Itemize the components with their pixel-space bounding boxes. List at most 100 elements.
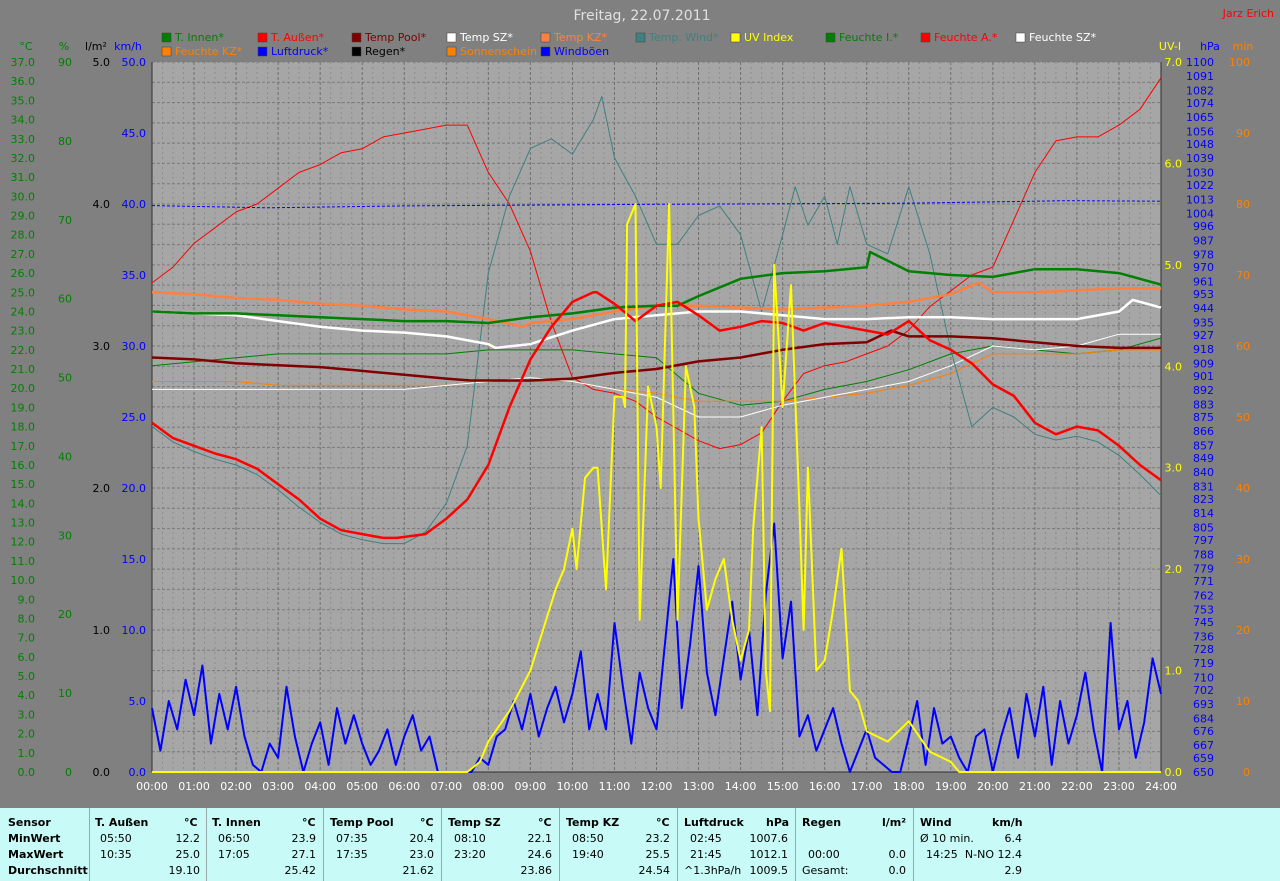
stats-t-innen-max-time: 17:05 — [218, 848, 250, 861]
legend-swatch — [825, 32, 836, 43]
x-tick-label: 13:00 — [683, 780, 715, 793]
axis-tick-label-celsius: 14.0 — [11, 497, 36, 510]
axis-tick-label-pressure: 909 — [1193, 357, 1214, 370]
axis-tick-label-pressure: 883 — [1193, 398, 1214, 411]
axis-tick-label-pressure: 1022 — [1186, 179, 1214, 192]
axis-tick-label-percent: 10 — [58, 687, 72, 700]
x-tick-label: 03:00 — [262, 780, 294, 793]
axis-tick-label-pressure: 996 — [1193, 220, 1214, 233]
stats-separator — [323, 808, 324, 881]
stats-regen-total-label: Gesamt: — [802, 864, 849, 877]
stats-regen-name: Regen — [802, 816, 842, 829]
stats-t-aussen-avg: 19.10 — [168, 864, 201, 877]
axis-tick-label-pressure: 823 — [1193, 493, 1214, 506]
axis-tick-label-celsius: 9.0 — [18, 593, 36, 606]
axis-tick-label-celsius: 7.0 — [18, 632, 36, 645]
axis-tick-label-pressure: 762 — [1193, 589, 1214, 602]
axis-tick-label-wind: 50.0 — [122, 56, 147, 69]
x-tick-label: 08:00 — [472, 780, 504, 793]
axis-tick-label-pressure: 1056 — [1186, 125, 1214, 138]
axis-tick-label-pressure: 771 — [1193, 575, 1214, 588]
legend-label: UV Index — [744, 31, 794, 44]
stats-luftdruck-name: Luftdruck — [684, 816, 744, 829]
stats-separator — [913, 808, 914, 881]
x-tick-label: 10:00 — [557, 780, 589, 793]
x-tick-label: 05:00 — [346, 780, 378, 793]
axis-tick-label-pressure: 901 — [1193, 370, 1214, 383]
axis-tick-label-percent: 30 — [58, 529, 72, 542]
stats-wind-avg: 2.9 — [1004, 864, 1023, 877]
stats-temp-pool-min-time: 07:35 — [336, 832, 368, 845]
axis-unit-rain: l/m² — [85, 40, 107, 53]
axis-tick-label-pressure: 684 — [1193, 712, 1214, 725]
axis-tick-label-celsius: 11.0 — [11, 555, 36, 568]
axis-tick-label-celsius: 24.0 — [11, 305, 36, 318]
axis-tick-label-celsius: 26.0 — [11, 267, 36, 280]
x-tick-label: 04:00 — [304, 780, 336, 793]
axis-unit-pressure: hPa — [1200, 40, 1220, 53]
axis-tick-label-pressure: 1030 — [1186, 166, 1214, 179]
legend-label: T. Innen* — [174, 31, 224, 44]
axis-tick-label-percent: 70 — [58, 214, 72, 227]
axis-tick-label-pressure: 857 — [1193, 439, 1214, 452]
axis-tick-label-percent: 20 — [58, 608, 72, 621]
legend-label: Feuchte KZ* — [175, 45, 243, 58]
x-tick-label: 00:00 — [136, 780, 168, 793]
stats-wind-max-val: N-NO 12.4 — [964, 848, 1022, 861]
stats-wind-name: Wind — [920, 816, 952, 829]
stats-t-aussen-max-val: 25.0 — [175, 848, 201, 861]
legend-label: Temp KZ* — [553, 31, 608, 44]
axis-tick-label-celsius: 10.0 — [11, 574, 36, 587]
axis-tick-label-uv: 0.0 — [1165, 766, 1183, 779]
axis-tick-label-rain: 4.0 — [93, 198, 111, 211]
axis-unit-percent: % — [59, 40, 69, 53]
x-tick-label: 18:00 — [893, 780, 925, 793]
legend-swatch — [351, 32, 362, 43]
axis-tick-label-pressure: 1100 — [1186, 56, 1214, 69]
axis-tick-label-celsius: 20.0 — [11, 382, 36, 395]
axis-tick-label-uv: 2.0 — [1165, 563, 1183, 576]
axis-tick-label-pressure: 736 — [1193, 630, 1214, 643]
axis-tick-label-pressure: 918 — [1193, 343, 1214, 356]
axis-tick-label-wind: 0.0 — [129, 766, 147, 779]
stats-temp-pool-unit: °C — [420, 816, 434, 829]
legend-swatch — [257, 32, 268, 43]
axis-tick-label-celsius: 19.0 — [11, 401, 36, 414]
axis-tick-label-celsius: 8.0 — [18, 612, 36, 625]
stats-temp-sz-min-time: 08:10 — [454, 832, 486, 845]
stats-temp-sz-name: Temp SZ — [448, 816, 501, 829]
stats-separator — [677, 808, 678, 881]
axis-tick-label-minutes: 0 — [1243, 766, 1250, 779]
axis-tick-label-minutes: 20 — [1236, 624, 1250, 637]
axis-tick-label-percent: 40 — [58, 450, 72, 463]
axis-tick-label-minutes: 90 — [1236, 127, 1250, 140]
axis-tick-label-celsius: 37.0 — [11, 56, 36, 69]
stats-temp-pool-min-val: 20.4 — [409, 832, 435, 845]
stats-table: Sensor MinWert MaxWert Durchschnitt T. A… — [0, 808, 1280, 881]
axis-tick-label-percent: 60 — [58, 293, 72, 306]
legend-swatch — [1015, 32, 1026, 43]
axis-tick-label-celsius: 18.0 — [11, 421, 36, 434]
axis-tick-label-pressure: 676 — [1193, 725, 1214, 738]
stats-temp-sz-max-time: 23:20 — [454, 848, 486, 861]
axis-tick-label-celsius: 30.0 — [11, 190, 36, 203]
stats-regen-max-val: 0.0 — [888, 848, 907, 861]
legend-swatch — [540, 46, 551, 57]
stats-regen-total: 0.0 — [888, 864, 907, 877]
axis-tick-label-pressure: 788 — [1193, 548, 1214, 561]
axis-tick-label-celsius: 32.0 — [11, 152, 36, 165]
axis-tick-label-pressure: 944 — [1193, 302, 1214, 315]
axis-tick-label-pressure: 935 — [1193, 316, 1214, 329]
axis-tick-label-celsius: 0.0 — [18, 766, 36, 779]
legend-swatch — [635, 32, 646, 43]
stats-regen-max-time: 00:00 — [808, 848, 840, 861]
axis-tick-label-pressure: 667 — [1193, 739, 1214, 752]
legend-swatch — [920, 32, 931, 43]
axis-tick-label-celsius: 36.0 — [11, 75, 36, 88]
axis-tick-label-minutes: 80 — [1236, 198, 1250, 211]
stats-temp-kz-name: Temp KZ — [566, 816, 620, 829]
axis-unit-wind: km/h — [114, 40, 142, 53]
axis-tick-label-pressure: 849 — [1193, 452, 1214, 465]
legend-label: Temp Pool* — [364, 31, 427, 44]
axis-tick-label-pressure: 953 — [1193, 288, 1214, 301]
